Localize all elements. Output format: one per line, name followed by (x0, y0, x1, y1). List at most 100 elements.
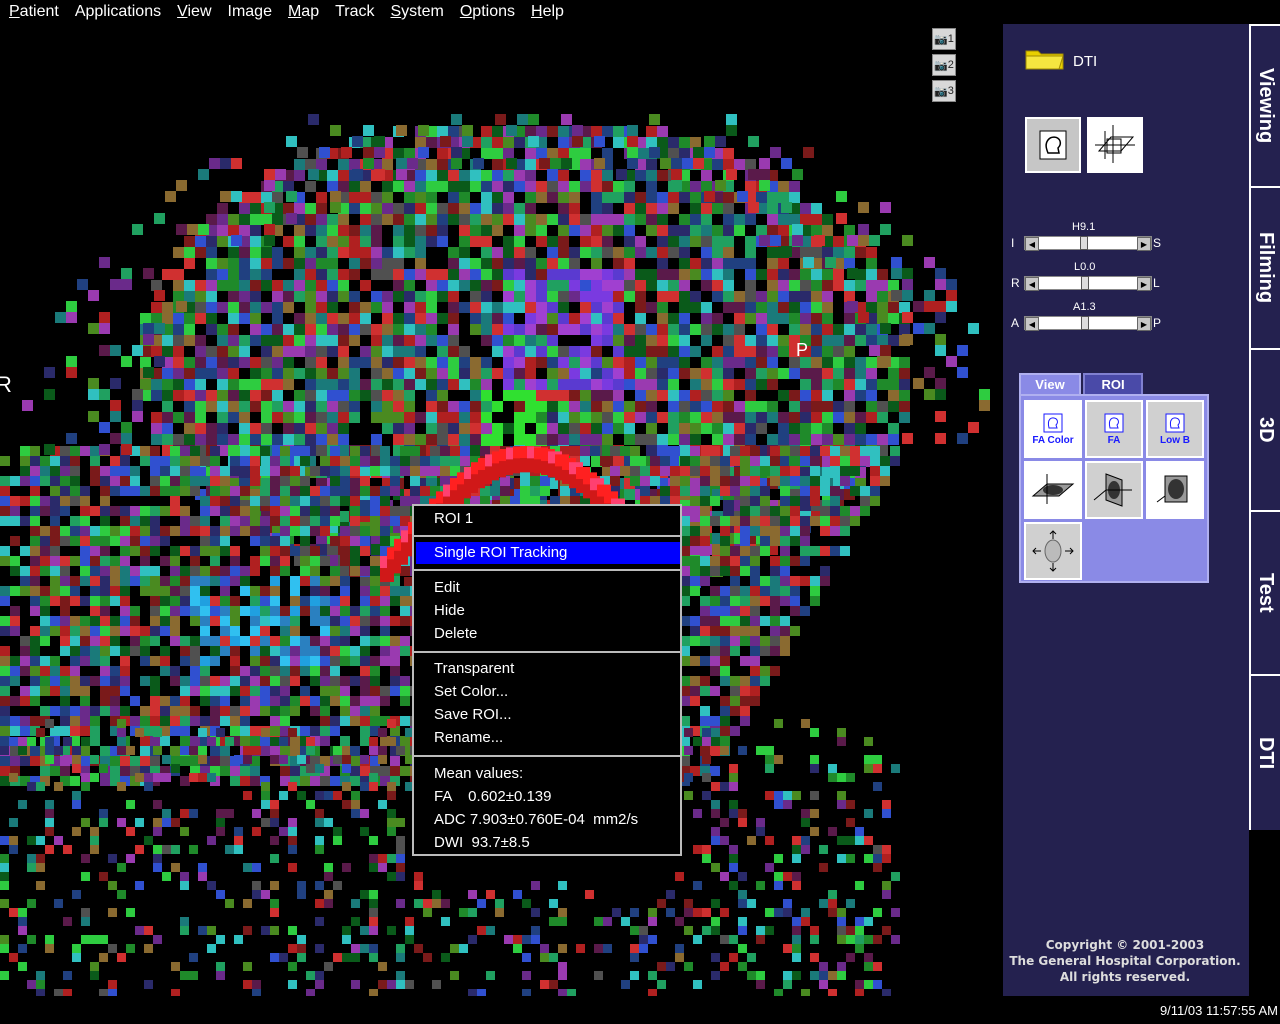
low-b-button[interactable]: Low B (1146, 400, 1204, 458)
menu-patient[interactable]: Patient (0, 0, 66, 24)
camera-button-label: 1 (947, 33, 954, 45)
slider-value-lateral: L0.0 (1074, 261, 1096, 273)
set-color-item[interactable]: Set Color... (416, 681, 680, 703)
hide-item[interactable]: Hide (416, 600, 680, 622)
slider-anterior-posterior[interactable]: A ◀ ▶ P (1010, 316, 1170, 332)
menu-label: ap (301, 3, 320, 20)
arrow-left-icon[interactable]: ◀ (1025, 317, 1039, 331)
tab-label: Viewing (1255, 68, 1277, 144)
menu-label: elp (542, 3, 564, 20)
status-bar (0, 998, 1280, 1024)
camera-icon: 📷 (934, 85, 948, 98)
rename-item[interactable]: Rename... (416, 727, 680, 749)
menu-mnemonic: P (9, 3, 20, 20)
camera-button-label: 2 (947, 59, 954, 71)
edit-item[interactable]: Edit (416, 577, 680, 599)
camera-button-2[interactable]: 📷 2 (932, 54, 956, 76)
rotate-arrows-icon (1032, 530, 1074, 572)
menu-map[interactable]: Map (279, 0, 326, 24)
slider-track[interactable]: ◀ ▶ (1024, 236, 1152, 251)
tab-test[interactable]: Test (1249, 510, 1280, 674)
arrow-right-icon[interactable]: ▶ (1137, 277, 1151, 291)
arrow-left-icon[interactable]: ◀ (1025, 237, 1039, 251)
slider-left-label: A (1011, 316, 1020, 330)
menu-mnemonic: M (287, 3, 302, 20)
fa-button[interactable]: FA (1085, 400, 1143, 458)
tab-label: 3D (1255, 417, 1277, 443)
head-view-button[interactable] (1025, 117, 1081, 173)
slider-track[interactable]: ◀ ▶ (1024, 316, 1152, 331)
menu-mnemonic: V (177, 3, 188, 20)
arrow-left-icon[interactable]: ◀ (1025, 277, 1039, 291)
camera-button-3[interactable]: 📷 3 (932, 80, 956, 102)
menu-separator (414, 651, 680, 653)
menu-applications[interactable]: Applications (66, 0, 168, 24)
slider-left-label: R (1011, 276, 1020, 290)
dataset-label: DTI (1073, 53, 1098, 70)
sagittal-slice-button[interactable] (1085, 461, 1143, 519)
save-roi-item[interactable]: Save ROI... (416, 704, 680, 726)
slider-track[interactable]: ◀ ▶ (1024, 276, 1152, 291)
folder-icon[interactable] (1025, 48, 1065, 70)
view-panel-body: FA Color FA Low B (1019, 394, 1209, 583)
menu-mnemonic: O (459, 3, 473, 20)
slider-superior-inferior[interactable]: I ◀ ▶ S (1010, 236, 1170, 252)
arrow-right-icon[interactable]: ▶ (1137, 237, 1151, 251)
menu-system[interactable]: System (382, 0, 451, 24)
tab-dti[interactable]: DTI (1249, 674, 1280, 830)
crosshair-plane-icon (1095, 125, 1135, 163)
menu-bar: Patient Applications View Image Map Track Syst… (0, 0, 1280, 24)
slider-left-label: I (1011, 236, 1015, 250)
sagittal-slice-icon (1093, 473, 1132, 507)
axial-slice-button[interactable] (1024, 461, 1082, 519)
menu-help[interactable]: Help (522, 0, 571, 24)
single-roi-tracking-item[interactable]: Single ROI Tracking (416, 542, 680, 564)
crosshair-plane-button[interactable] (1087, 117, 1143, 173)
axial-slice-icon (1031, 474, 1075, 504)
low-b-label: Low B (1160, 434, 1190, 446)
menu-image[interactable]: Image (219, 0, 279, 24)
slider-right-left[interactable]: R ◀ ▶ L (1010, 276, 1170, 292)
transparent-item[interactable]: Transparent (416, 658, 680, 680)
fa-color-button[interactable]: FA Color (1024, 400, 1082, 458)
menu-mnemonic: H (531, 3, 543, 20)
tab-view[interactable]: View (1019, 373, 1081, 394)
slider-thumb[interactable] (1080, 236, 1088, 250)
camera-button-label: 3 (947, 85, 954, 97)
delete-item[interactable]: Delete (416, 623, 680, 645)
copyright-notice: Copyright © 2001-2003 The General Hospit… (1005, 937, 1245, 985)
adc-mean-value: ADC 7.903±0.760E-04 mm2/s (434, 811, 639, 828)
menu-separator (414, 755, 680, 757)
fa-color-label: FA Color (1032, 434, 1074, 446)
menu-label: Track (335, 3, 375, 20)
rotate-view-button[interactable] (1024, 522, 1082, 580)
camera-icon: 📷 (934, 59, 948, 72)
head-icon (1043, 413, 1063, 432)
slider-right-label: L (1153, 276, 1160, 290)
menu-track[interactable]: Track (326, 0, 381, 24)
slider-thumb[interactable] (1081, 276, 1089, 290)
tab-filming[interactable]: Filming (1249, 186, 1280, 348)
copyright-line: All rights reserved. (1059, 970, 1191, 984)
menu-separator (414, 535, 680, 537)
slider-thumb[interactable] (1081, 316, 1089, 330)
tab-label: Filming (1255, 232, 1277, 304)
view-roi-panel: View ROI FA Color FA Low B (1019, 373, 1209, 583)
tab-3d[interactable]: 3D (1249, 348, 1280, 510)
tab-roi[interactable]: ROI (1083, 373, 1143, 394)
menu-label: Image (227, 3, 272, 20)
slider-value-superior: H9.1 (1072, 221, 1096, 233)
coronal-slice-button[interactable] (1146, 461, 1204, 519)
menu-options[interactable]: Options (451, 0, 522, 24)
menu-view[interactable]: View (168, 0, 218, 24)
arrow-right-icon[interactable]: ▶ (1137, 317, 1151, 331)
mean-values-label: Mean values: (434, 765, 524, 782)
slider-value-anterior: A1.3 (1073, 301, 1096, 313)
camera-button-1[interactable]: 📷 1 (932, 28, 956, 50)
orientation-label-left: R (0, 372, 12, 397)
head-icon (1165, 413, 1185, 432)
tab-viewing[interactable]: Viewing (1249, 24, 1280, 186)
menu-label: atient (19, 3, 59, 20)
head-icon (1104, 413, 1124, 432)
coronal-slice-icon (1156, 475, 1188, 503)
